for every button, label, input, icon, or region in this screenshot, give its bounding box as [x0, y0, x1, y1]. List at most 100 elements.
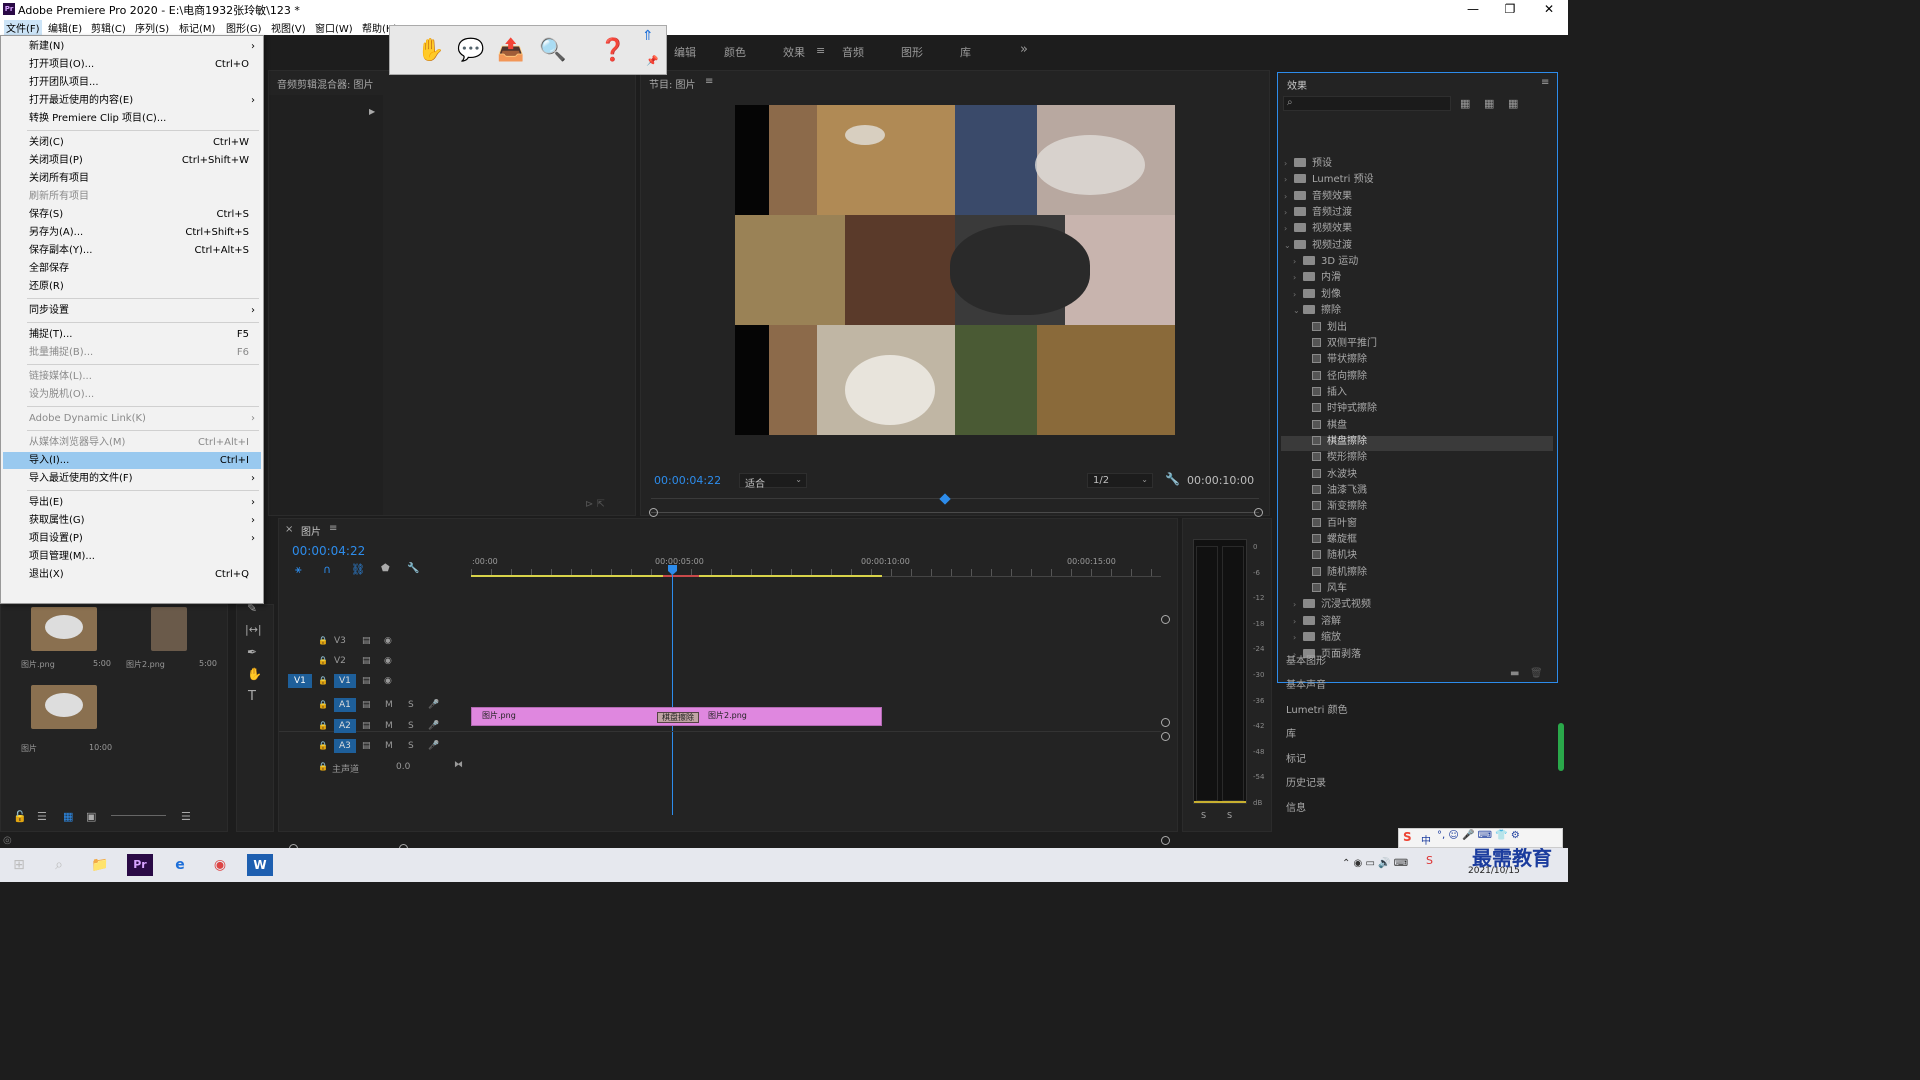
- master-options-icon[interactable]: ⧓: [454, 760, 463, 770]
- menu-sequence[interactable]: 序列(S): [135, 20, 169, 35]
- file-menu-item[interactable]: 项目管理(M)...: [3, 548, 261, 565]
- eye-icon[interactable]: ◉: [384, 636, 392, 646]
- list-view-icon[interactable]: ☰: [37, 810, 47, 823]
- file-menu-item[interactable]: 退出(X) Ctrl+Q: [3, 566, 261, 583]
- effect-folder[interactable]: › 3D 运动: [1293, 252, 1358, 267]
- slip-tool-icon[interactable]: |↔|: [245, 623, 262, 636]
- file-menu-item[interactable]: 保存(S) Ctrl+S: [3, 206, 261, 223]
- maximize-button[interactable]: ❐: [1493, 0, 1527, 18]
- effect-folder[interactable]: › 视频效果: [1284, 219, 1352, 234]
- type-tool-icon[interactable]: T: [248, 689, 256, 704]
- file-menu-item[interactable]: 关闭所有项目: [3, 170, 261, 187]
- tab-libraries[interactable]: 库: [960, 44, 971, 60]
- panel-markers[interactable]: 标记: [1286, 750, 1306, 765]
- track-target-toggle[interactable]: A1: [334, 698, 356, 712]
- file-menu-item[interactable]: 同步设置 ›: [3, 302, 261, 319]
- effect-folder[interactable]: ⌄ 视频过渡: [1284, 236, 1352, 251]
- video-scroll-handle[interactable]: [1161, 718, 1170, 727]
- effect-folder[interactable]: › 音频过渡: [1284, 203, 1352, 218]
- effect-item[interactable]: 棋盘擦除: [1302, 432, 1367, 447]
- file-menu-item[interactable]: 关闭项目(P) Ctrl+Shift+W: [3, 152, 261, 169]
- effect-folder[interactable]: › 划像: [1293, 285, 1341, 300]
- icon-view-icon[interactable]: ▦: [63, 810, 73, 823]
- mute-button[interactable]: M: [385, 741, 393, 751]
- chevron-down-icon[interactable]: ⌄: [1293, 306, 1303, 315]
- lock-icon[interactable]: 🔒: [318, 762, 328, 771]
- file-menu-item[interactable]: 打开团队项目...: [3, 74, 261, 91]
- collapse-up-icon[interactable]: ⇑: [642, 28, 654, 44]
- hand-tool-icon[interactable]: ✋: [247, 667, 262, 681]
- tab-effects[interactable]: 效果: [783, 44, 805, 60]
- chevron-right-icon[interactable]: ›: [1284, 159, 1294, 168]
- new-bin-icon[interactable]: ▬: [1510, 668, 1519, 679]
- effects-search-input[interactable]: ⌕: [1283, 96, 1451, 111]
- close-button[interactable]: ✕: [1532, 0, 1566, 18]
- zoom-scrollbar[interactable]: [651, 512, 1259, 513]
- microphone-icon[interactable]: 🎤: [428, 700, 439, 710]
- effect-item[interactable]: 渐变擦除: [1302, 497, 1367, 512]
- search-icon[interactable]: ⌕: [46, 854, 72, 876]
- file-menu-item[interactable]: 另存为(A)... Ctrl+Shift+S: [3, 224, 261, 241]
- source-patch-v1[interactable]: V1: [288, 674, 312, 688]
- freeform-view-icon[interactable]: ▣: [86, 810, 96, 823]
- file-menu-item[interactable]: 全部保存: [3, 260, 261, 277]
- effect-folder[interactable]: › Lumetri 预设: [1284, 170, 1374, 185]
- chevron-right-icon[interactable]: ›: [1293, 273, 1303, 282]
- file-menu-item[interactable]: 新建(N) ›: [3, 38, 261, 55]
- menu-edit[interactable]: 编辑(E): [48, 20, 82, 35]
- effect-item[interactable]: 径向擦除: [1302, 367, 1367, 382]
- tab-edit[interactable]: 编辑: [674, 44, 696, 60]
- file-explorer-icon[interactable]: 📁: [87, 854, 113, 876]
- effect-item[interactable]: 百叶窗: [1302, 514, 1357, 529]
- solo-button[interactable]: S: [408, 721, 414, 731]
- lock-icon[interactable]: 🔒: [318, 700, 328, 709]
- file-menu-item[interactable]: 关闭(C) Ctrl+W: [3, 134, 261, 151]
- file-menu-item[interactable]: 导出(E) ›: [3, 494, 261, 511]
- lock-icon[interactable]: 🔒: [318, 636, 328, 645]
- pen-tool-icon[interactable]: ✒: [247, 645, 257, 659]
- chevron-right-icon[interactable]: ›: [1284, 192, 1294, 201]
- ime-icon[interactable]: S: [1426, 854, 1433, 867]
- program-current-timecode[interactable]: 00:00:04:22: [654, 474, 721, 487]
- effect-folder[interactable]: ⌄ 擦除: [1293, 301, 1341, 316]
- effects-menu-icon[interactable]: ≡: [1541, 77, 1549, 88]
- panel-scrollbar[interactable]: [1558, 723, 1564, 771]
- menu-window[interactable]: 窗口(W): [315, 20, 353, 35]
- fit-dropdown[interactable]: 适合 ⌄: [739, 473, 807, 490]
- microphone-icon[interactable]: 🎤: [428, 741, 439, 751]
- lock-icon[interactable]: 🔒: [318, 676, 328, 685]
- sync-lock-icon[interactable]: ▤: [362, 721, 371, 731]
- file-menu-item[interactable]: 转换 Premiere Clip 项目(C)...: [3, 110, 261, 127]
- tab-audio[interactable]: 音频: [842, 44, 864, 60]
- lock-icon[interactable]: 🔒: [318, 656, 328, 665]
- solo-right-button[interactable]: S: [1227, 811, 1232, 820]
- sync-lock-icon[interactable]: ▤: [362, 656, 371, 666]
- sync-lock-icon[interactable]: ▤: [362, 700, 371, 710]
- effect-folder[interactable]: › 预设: [1284, 154, 1332, 169]
- comment-icon[interactable]: 💬: [454, 34, 488, 68]
- sync-lock-icon[interactable]: ▤: [362, 676, 371, 686]
- program-ruler[interactable]: [651, 498, 1259, 499]
- effect-item[interactable]: 油漆飞溅: [1302, 481, 1367, 496]
- hand-icon[interactable]: ✋: [414, 34, 448, 68]
- effect-item[interactable]: 带状擦除: [1302, 350, 1367, 365]
- resolution-dropdown[interactable]: 1/2 ⌄: [1087, 473, 1153, 488]
- mute-button[interactable]: M: [385, 721, 393, 731]
- zoom-slider[interactable]: [111, 815, 166, 816]
- effect-item[interactable]: 随机擦除: [1302, 563, 1367, 578]
- track-target-toggle[interactable]: A3: [334, 739, 356, 753]
- more-tabs-button[interactable]: »: [1020, 42, 1028, 57]
- wrench-icon[interactable]: 🔧: [1165, 472, 1180, 486]
- menu-file[interactable]: 文件(F): [4, 20, 42, 35]
- menu-clip[interactable]: 剪辑(C): [91, 20, 126, 35]
- lock-icon[interactable]: 🔓: [13, 810, 27, 823]
- effect-folder[interactable]: › 溶解: [1293, 612, 1341, 627]
- chevron-right-icon[interactable]: ›: [1284, 208, 1294, 217]
- edge-icon[interactable]: e: [167, 854, 193, 876]
- panel-essential-sound[interactable]: 基本声音: [1286, 676, 1326, 691]
- pin-icon[interactable]: 📌: [646, 56, 658, 67]
- file-menu-item[interactable]: 捕捉(T)... F5: [3, 326, 261, 343]
- audio-scroll-handle[interactable]: [1161, 836, 1170, 845]
- chevron-down-icon[interactable]: ⌄: [1284, 241, 1294, 250]
- file-menu-item[interactable]: 保存副本(Y)... Ctrl+Alt+S: [3, 242, 261, 259]
